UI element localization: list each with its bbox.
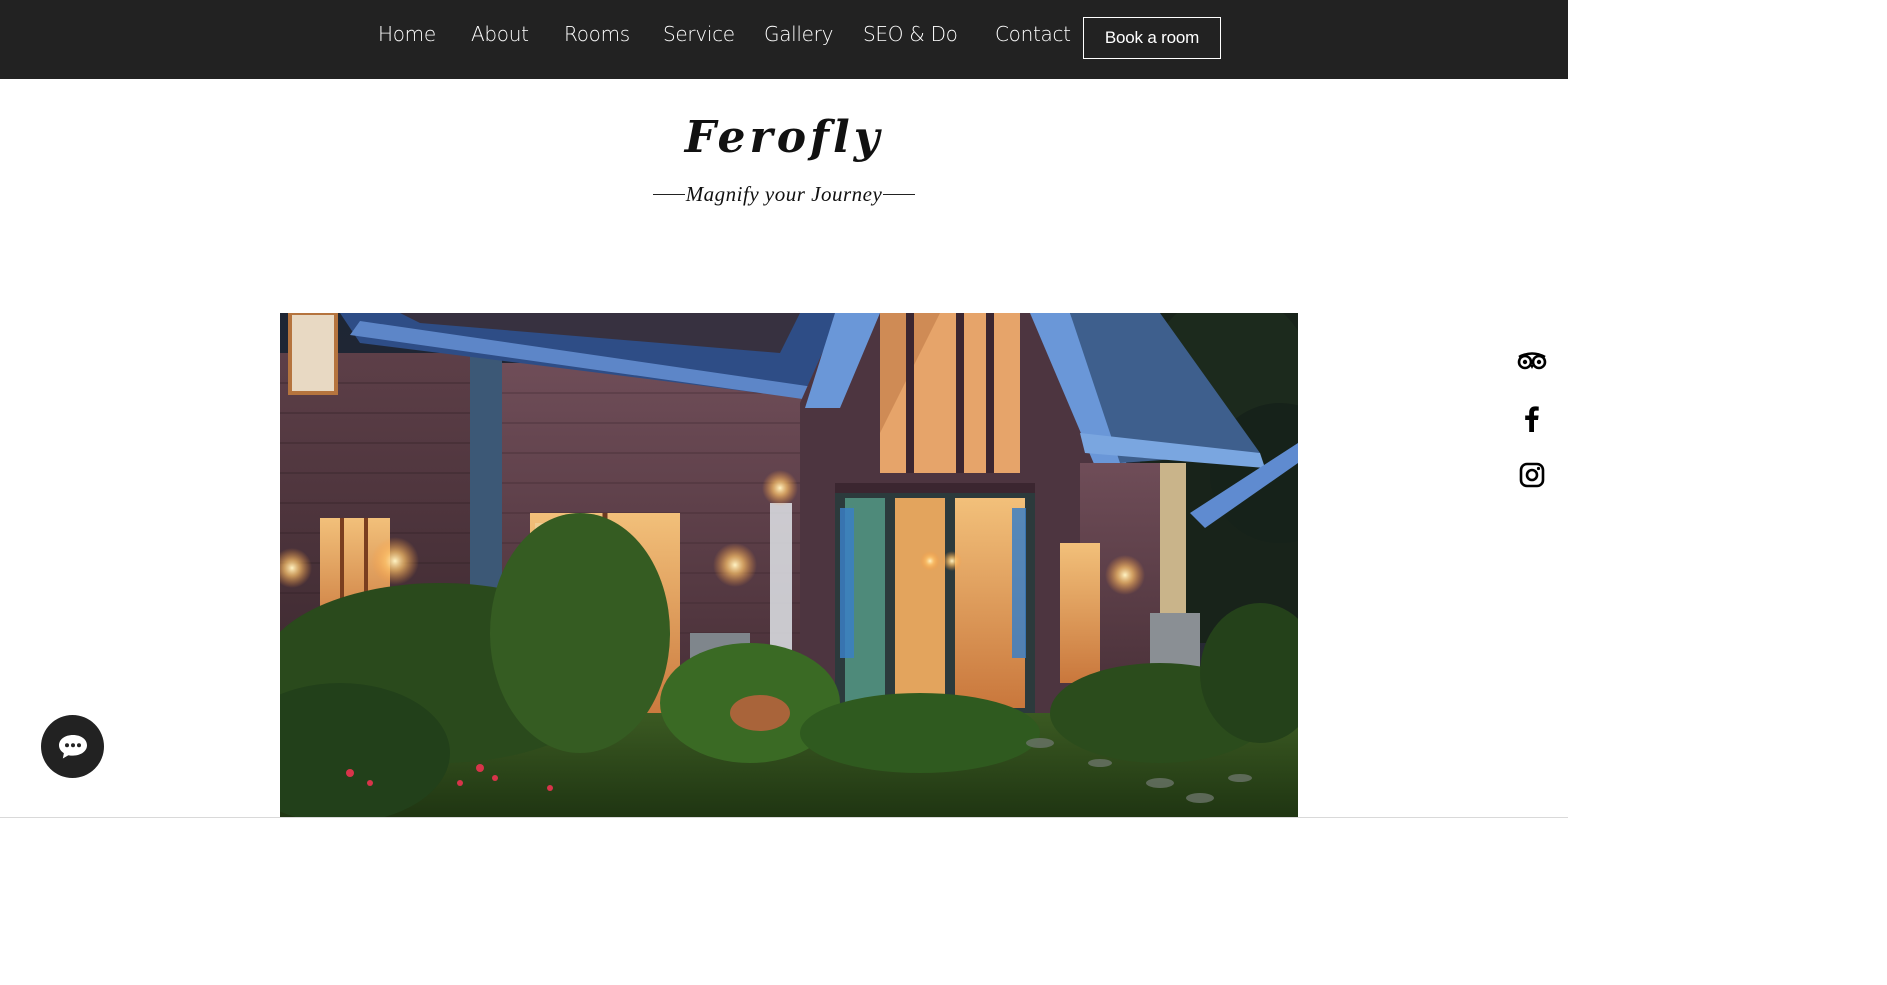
nav-item-rooms[interactable]: Rooms bbox=[564, 22, 630, 46]
hero-image bbox=[280, 313, 1298, 817]
site-title: Ferofly bbox=[684, 112, 884, 163]
tagline-rule-left bbox=[652, 194, 685, 195]
nav-item-service[interactable]: Service bbox=[663, 22, 735, 46]
nav-item-seo-do[interactable]: SEO & Do bbox=[863, 22, 958, 46]
tripadvisor-icon[interactable] bbox=[1516, 345, 1548, 377]
bottom-divider bbox=[0, 817, 1568, 818]
book-a-room-button[interactable]: Book a room bbox=[1083, 17, 1221, 59]
chat-button[interactable] bbox=[41, 715, 104, 778]
nav-item-home[interactable]: Home bbox=[378, 22, 436, 46]
nav-item-contact[interactable]: Contact bbox=[995, 22, 1071, 46]
facebook-icon[interactable] bbox=[1516, 402, 1548, 434]
nav-item-gallery[interactable]: Gallery bbox=[764, 22, 833, 46]
nav-item-about[interactable]: About bbox=[471, 22, 529, 46]
site-tagline: Magnify your Journey bbox=[0, 182, 1568, 207]
top-navigation-bar: Home About Rooms Service Gallery SEO & D… bbox=[0, 0, 1568, 79]
tagline-rule-right bbox=[883, 194, 916, 195]
tagline-text: Magnify your Journey bbox=[685, 182, 883, 206]
instagram-icon[interactable] bbox=[1516, 459, 1548, 491]
main-nav: Home About Rooms Service Gallery SEO & D… bbox=[0, 0, 1568, 79]
social-bar bbox=[1516, 345, 1550, 516]
chat-icon bbox=[58, 734, 87, 758]
hero-lodge-illustration bbox=[280, 313, 1298, 817]
